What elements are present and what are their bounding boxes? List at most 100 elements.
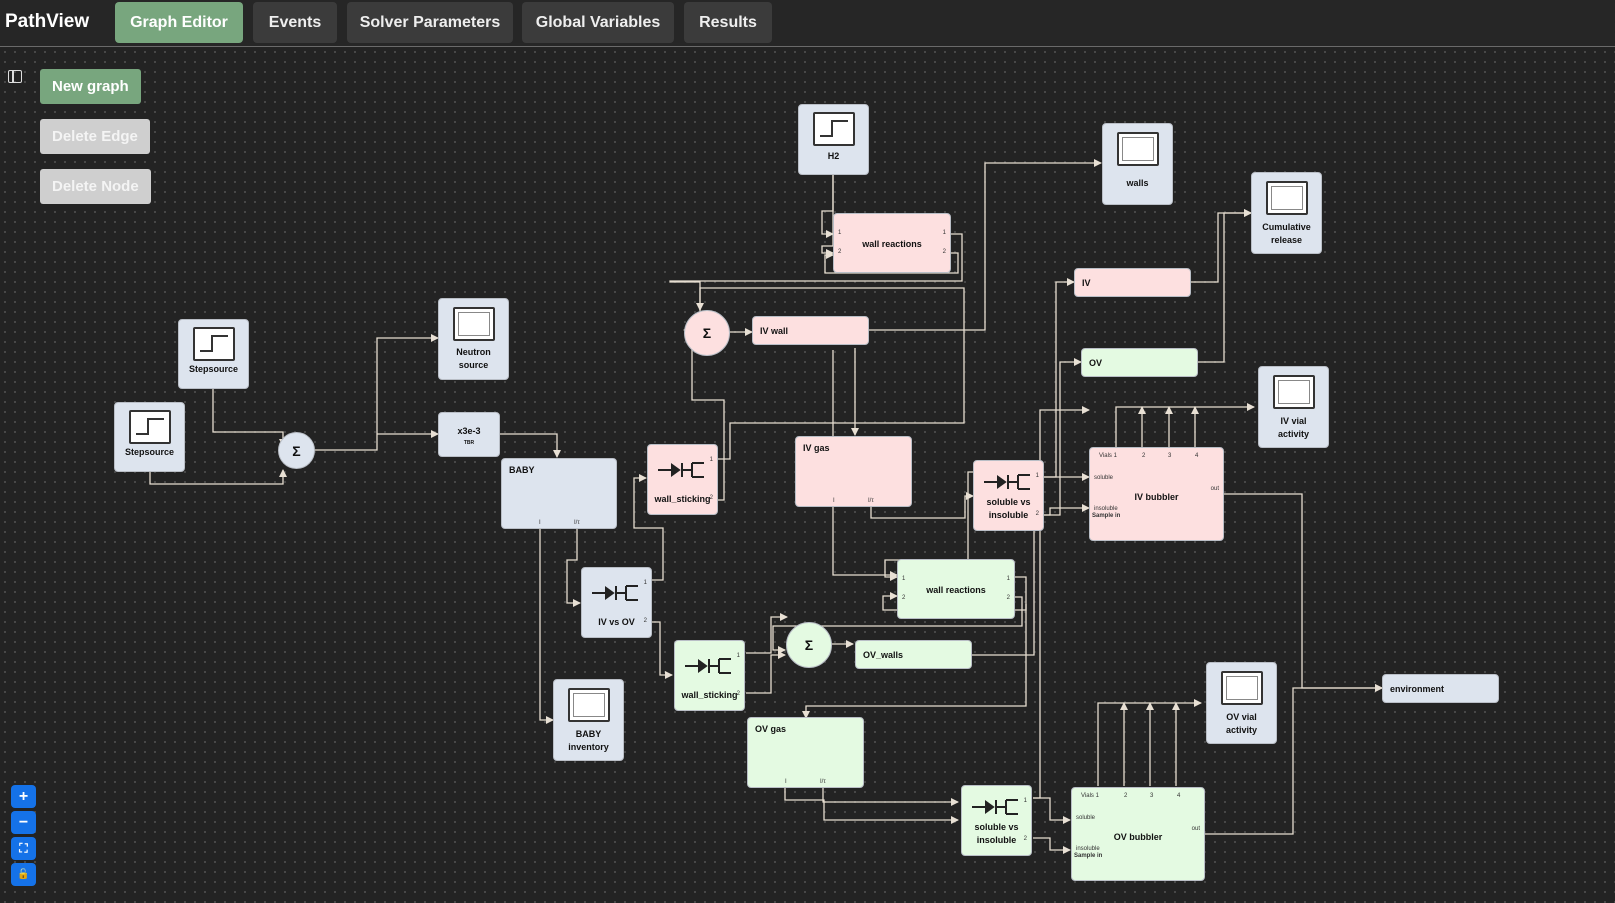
node-label: IV bubbler [1134,492,1179,502]
edge [566,524,581,607]
iv-wall-node[interactable]: IV wall [752,316,869,345]
sum-node[interactable]: Σ [684,310,730,356]
zoom-out-button[interactable]: − [11,811,36,834]
node-label: release [1270,235,1303,245]
ov-bubbler-node[interactable]: Vials 1 2 3 4 soluble insoluble Sample i… [1071,787,1205,881]
port-label: insoluble [1076,846,1100,852]
sum-node[interactable]: Σ [278,432,315,469]
sum-node[interactable]: Σ [786,622,832,668]
port-label: I [833,498,835,504]
scope-icon [1265,181,1308,215]
port-label: 2 [709,495,713,501]
neutron-source-scope[interactable]: Neutron source [438,298,509,380]
edge [1033,837,1071,854]
iv-node[interactable]: IV [1074,268,1191,297]
port-label: 2 [1006,595,1010,601]
edge [212,388,287,447]
node-sublabel: TBR [463,440,475,446]
node-label: IV [1082,278,1091,288]
edge [1190,209,1252,283]
port-label: soluble [1094,475,1114,481]
delete-edge-button[interactable]: Delete Edge [40,119,150,154]
node-label: wall_sticking [681,690,738,700]
port-label: 4 [1177,793,1181,799]
node-label: inventory [568,742,609,752]
port-label: 2 [736,691,740,697]
port-label: I/τ [820,779,826,785]
node-label: Stepsource [188,364,239,374]
node-label: IV vs OV [598,617,635,627]
baby-node[interactable]: BABY I I/τ [501,458,617,529]
edge [1043,358,1082,516]
node-label: Neutron [456,347,491,357]
environment-node[interactable]: environment [1382,674,1499,703]
soluble-vs-insoluble-iv-node[interactable]: soluble vs insoluble 1 2 [973,460,1044,531]
iv-gas-node[interactable]: IV gas I I/τ [795,436,912,507]
edge [149,469,287,485]
edge [683,287,965,460]
port-label: 2 [1023,836,1027,842]
port-label: I/τ [868,498,874,504]
node-label: soluble vs [986,497,1031,507]
edge [1033,797,1071,824]
ov-vial-activity-scope[interactable]: OV vial activity [1206,662,1277,744]
fit-view-button[interactable]: ⛶ [11,837,36,860]
h2-scope[interactable]: H2 [798,104,869,175]
splitter-icon [685,658,731,674]
iv-vial-activity-scope[interactable]: IV vial activity [1258,366,1329,448]
zoom-in-button[interactable]: + [11,785,36,808]
new-graph-button[interactable]: New graph [40,69,141,104]
port-label: 1 [1006,576,1010,582]
edge [1115,403,1255,447]
edge [821,175,834,238]
node-label: insoluble [988,510,1029,520]
walls-scope[interactable]: walls [1102,123,1173,205]
port-label: 1 [643,580,647,586]
splitter-icon [658,462,704,478]
node-label: Cumulative [1262,222,1311,232]
wall-reactions-ov-node[interactable]: wall reactions 1 2 1 2 [897,559,1015,619]
node-label: soluble vs [974,822,1019,832]
port-label: soluble [1076,815,1096,821]
port-label: 1 [838,230,842,236]
node-label: wall_sticking [654,494,711,504]
stepsource-node[interactable]: Stepsource [114,402,185,472]
edge [650,621,673,679]
wall-sticking-iv-node[interactable]: wall_sticking 1 2 [647,444,718,515]
step-icon [128,410,171,444]
port-label: I [785,779,787,785]
ov-walls-node[interactable]: OV_walls [855,640,972,669]
edge [784,788,959,824]
splitter-icon [592,585,638,601]
sidebar-toggle-icon[interactable] [8,70,22,83]
wall-sticking-ov-node[interactable]: wall_sticking 1 2 [674,640,745,711]
ov-node[interactable]: OV [1081,348,1198,377]
iv-vs-ov-node[interactable]: IV vs OV 1 2 [581,567,652,638]
gain-node[interactable]: x3e-3 TBR [438,412,500,457]
lock-icon: 🔓 [17,869,30,880]
cumulative-release-scope[interactable]: Cumulative release [1251,172,1322,254]
node-label: IV wall [760,326,789,336]
stepsource-node[interactable]: Stepsource [178,319,249,389]
node-label: BABY [575,729,602,739]
edge [746,613,788,654]
delete-node-button[interactable]: Delete Node [40,169,151,204]
node-label: walls [1126,178,1149,188]
edge [821,175,834,257]
port-label: 4 [1195,453,1199,459]
port-label: 2 [643,618,647,624]
port-label: 2 [1124,793,1128,799]
lock-button[interactable]: 🔓 [11,863,36,886]
wall-reactions-iv-node[interactable]: wall reactions 1 2 1 2 [833,213,951,273]
soluble-vs-insoluble-ov-node[interactable]: soluble vs insoluble 1 2 [961,785,1032,856]
port-label: 1 [709,457,713,463]
port-label: Vials 1 [1081,793,1099,799]
baby-inventory-scope[interactable]: BABY inventory [553,679,624,761]
port-label: 2 [942,249,946,255]
port-label: insoluble [1094,506,1118,512]
scope-icon [452,307,495,341]
ov-gas-node[interactable]: OV gas I I/τ [747,717,864,788]
edge [1043,504,1090,516]
port-label: 2 [1035,511,1039,517]
iv-bubbler-node[interactable]: Vials 1 2 3 4 soluble insoluble Sample i… [1089,447,1224,541]
